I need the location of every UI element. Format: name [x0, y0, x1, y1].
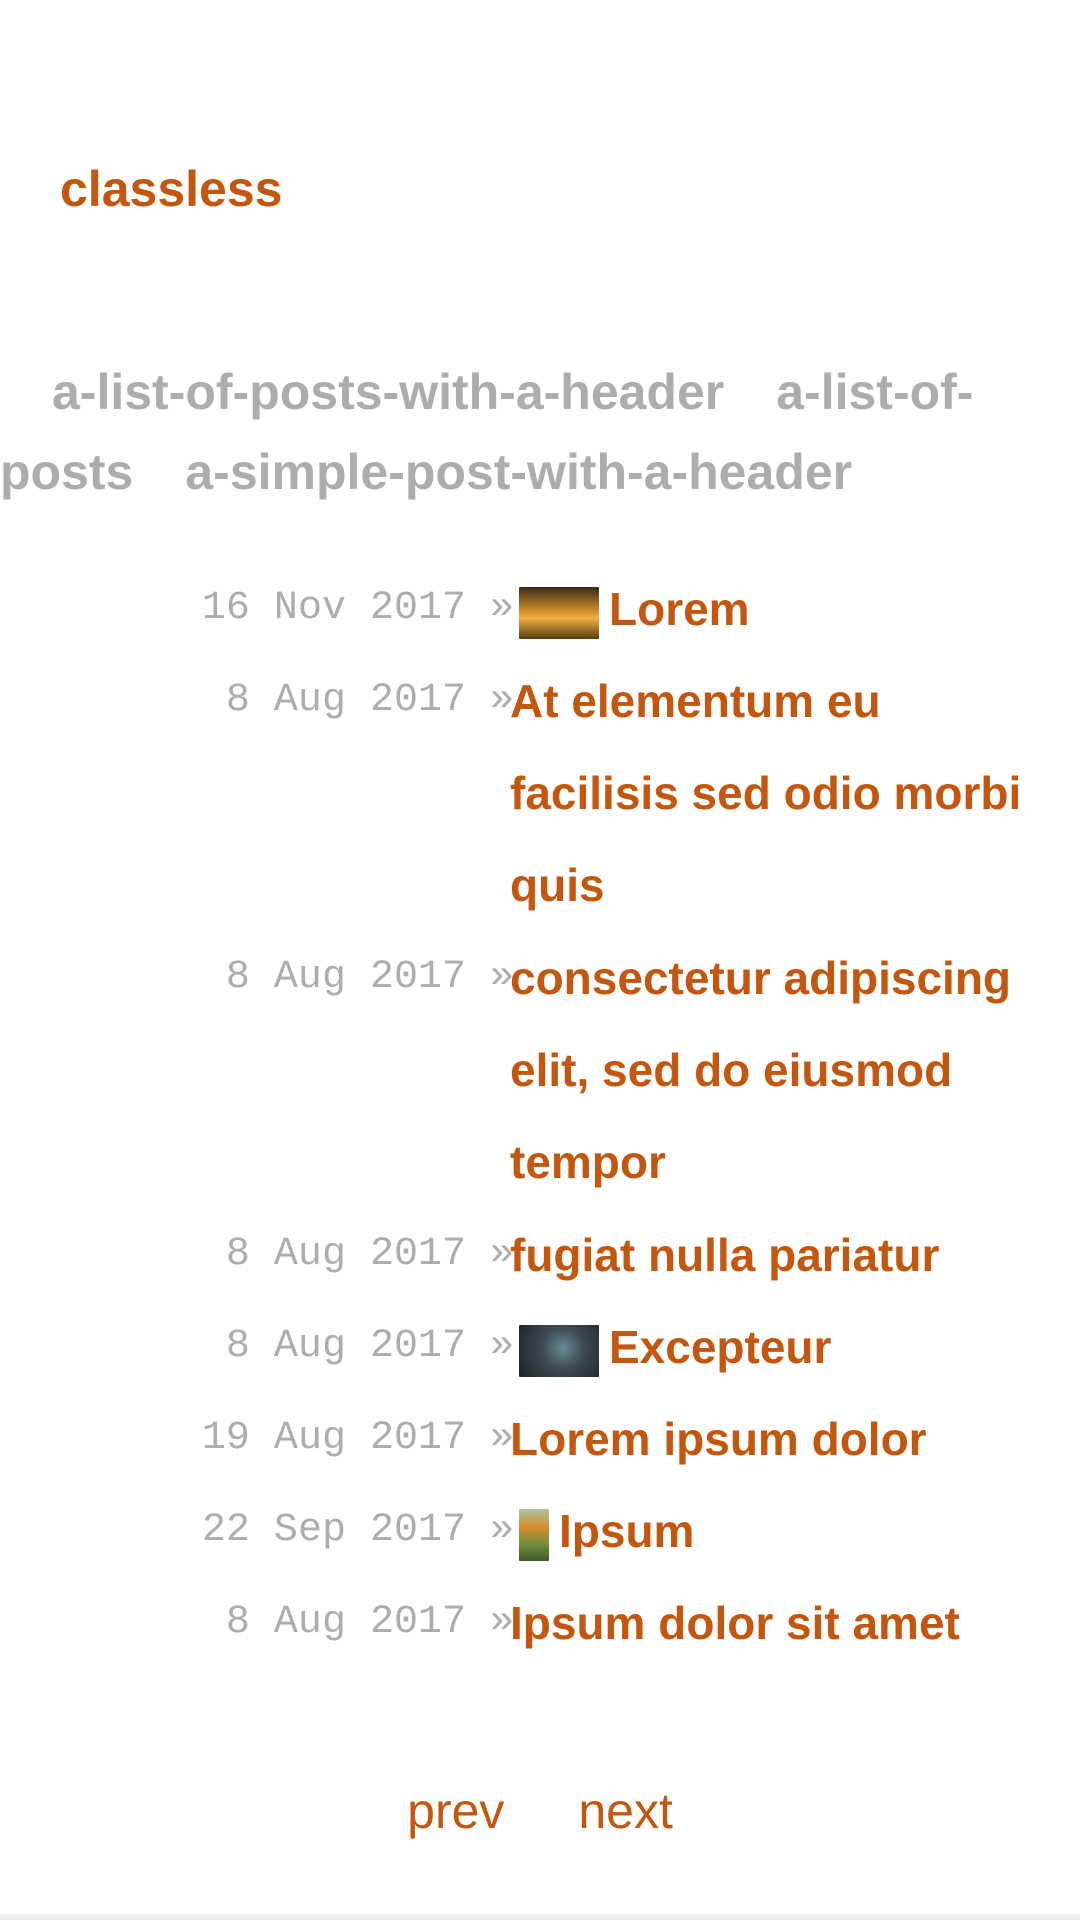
- post-date: 8 Aug 2017 »: [225, 1232, 514, 1277]
- post-link[interactable]: At elementum eu facilisis sed odio morbi…: [510, 655, 1030, 931]
- next-link[interactable]: next: [578, 1783, 673, 1839]
- post-date: 8 Aug 2017 »: [225, 1600, 514, 1645]
- post-link[interactable]: fugiat nulla pariatur: [510, 1209, 1030, 1301]
- post-date: 16 Nov 2017 »: [201, 586, 514, 631]
- post-link[interactable]: Ipsum: [510, 1485, 1030, 1577]
- flower-thumbnail-icon: [519, 1508, 549, 1561]
- post-date: 8 Aug 2017 »: [225, 678, 514, 723]
- bottom-divider: [0, 1914, 1080, 1920]
- portrait-thumbnail-icon: [519, 1324, 599, 1377]
- post-link[interactable]: Lorem: [510, 563, 1030, 655]
- post-link[interactable]: consectetur adipiscing elit, sed do eius…: [510, 932, 1030, 1208]
- post-date: 22 Sep 2017 »: [201, 1508, 514, 1553]
- nav-link-list-of-posts-with-header[interactable]: a-list-of-posts-with-a-header: [52, 364, 724, 420]
- nav-link-simple-post-with-header[interactable]: a-simple-post-with-a-header: [185, 444, 852, 500]
- post-link[interactable]: Ipsum dolor sit amet: [510, 1577, 1030, 1669]
- sunset-thumbnail-icon: [519, 586, 599, 639]
- pagination: prev next: [0, 1782, 1080, 1840]
- post-date: 8 Aug 2017 »: [225, 955, 514, 1000]
- site-title[interactable]: classless: [60, 164, 282, 214]
- post-date: 8 Aug 2017 »: [225, 1324, 514, 1369]
- post-link[interactable]: Lorem ipsum dolor: [510, 1393, 1030, 1485]
- post-date: 19 Aug 2017 »: [201, 1416, 514, 1461]
- category-nav: a-list-of-posts-with-a-header a-list-of-p…: [0, 352, 1060, 512]
- prev-link[interactable]: prev: [407, 1783, 504, 1839]
- post-link[interactable]: Excepteur: [510, 1301, 1030, 1393]
